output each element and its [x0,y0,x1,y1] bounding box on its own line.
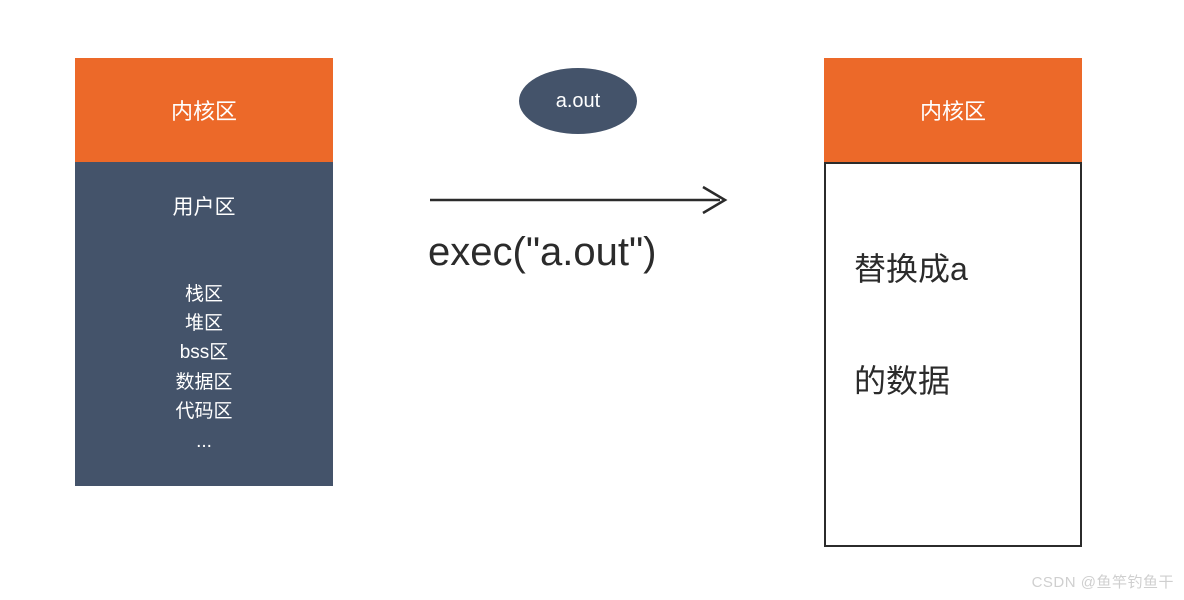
segment-stack: 栈区 [75,280,333,309]
segment-code: 代码区 [75,397,333,426]
segment-bss: bss区 [75,338,333,367]
watermark: CSDN @鱼竿钓鱼干 [1032,571,1174,592]
source-process-block: 内核区 用户区 栈区 堆区 bss区 数据区 代码区 ... [75,58,333,486]
user-area-title: 用户区 [75,192,333,225]
target-process-block: 内核区 替换成a 的数据 [824,58,1082,547]
replace-text-line2: 的数据 [854,361,1052,403]
segment-heap: 堆区 [75,309,333,338]
kernel-area-right: 内核区 [824,58,1082,162]
aout-label: a.out [556,90,600,113]
segment-ellipsis: ... [75,427,333,456]
aout-badge: a.out [519,68,637,134]
kernel-area-left: 内核区 [75,58,333,162]
user-area-left: 用户区 栈区 堆区 bss区 数据区 代码区 ... [75,162,333,486]
segment-data: 数据区 [75,368,333,397]
replaced-user-area: 替换成a 的数据 [824,162,1082,547]
kernel-label-right: 内核区 [920,99,986,124]
exec-call-label: exec("a.out") [428,230,657,275]
arrow-icon [425,180,735,220]
replace-text-line1: 替换成a [854,249,1052,291]
kernel-label: 内核区 [171,99,237,124]
